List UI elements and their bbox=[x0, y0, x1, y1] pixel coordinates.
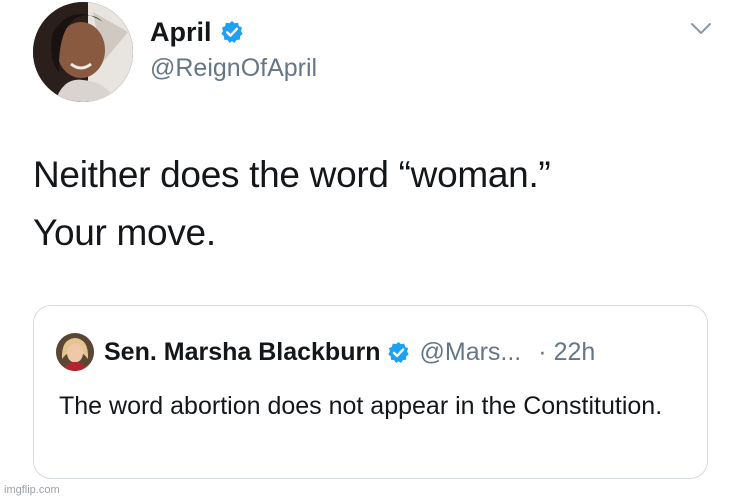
tweet-text: Neither does the word “woman.” Your move… bbox=[33, 146, 551, 262]
verified-badge-icon bbox=[220, 20, 244, 44]
chevron-down-icon[interactable] bbox=[690, 22, 712, 36]
quoted-tweet-timestamp[interactable]: 22h bbox=[554, 338, 596, 367]
quoted-tweet-text: The word abortion does not appear in the… bbox=[59, 392, 663, 420]
watermark: imgflip.com bbox=[4, 484, 60, 496]
verified-badge-icon bbox=[387, 341, 410, 364]
quoted-tweet-header: Sen. Marsha Blackburn @Mars... · 22h bbox=[56, 333, 595, 371]
tweet-text-line: Your move. bbox=[33, 212, 216, 253]
tweet-card: April @ReignOfApril Neither does the wor… bbox=[0, 0, 741, 500]
quoted-author-handle[interactable]: @Mars... bbox=[419, 338, 521, 367]
author-name-row: April bbox=[150, 14, 317, 50]
author-avatar-image bbox=[33, 2, 133, 102]
author-avatar[interactable] bbox=[33, 2, 133, 102]
quoted-tweet[interactable]: Sen. Marsha Blackburn @Mars... · 22h The… bbox=[33, 305, 708, 479]
quoted-author-display-name[interactable]: Sen. Marsha Blackburn bbox=[104, 338, 380, 367]
quoted-author-avatar-image bbox=[56, 333, 94, 371]
tweet-text-line: Neither does the word “woman.” bbox=[33, 154, 551, 195]
author-info: April @ReignOfApril bbox=[150, 14, 317, 83]
author-display-name[interactable]: April bbox=[150, 17, 212, 48]
quoted-tweet-separator: · bbox=[538, 337, 547, 366]
quoted-author-avatar[interactable] bbox=[56, 333, 94, 371]
author-handle[interactable]: @ReignOfApril bbox=[150, 54, 317, 83]
